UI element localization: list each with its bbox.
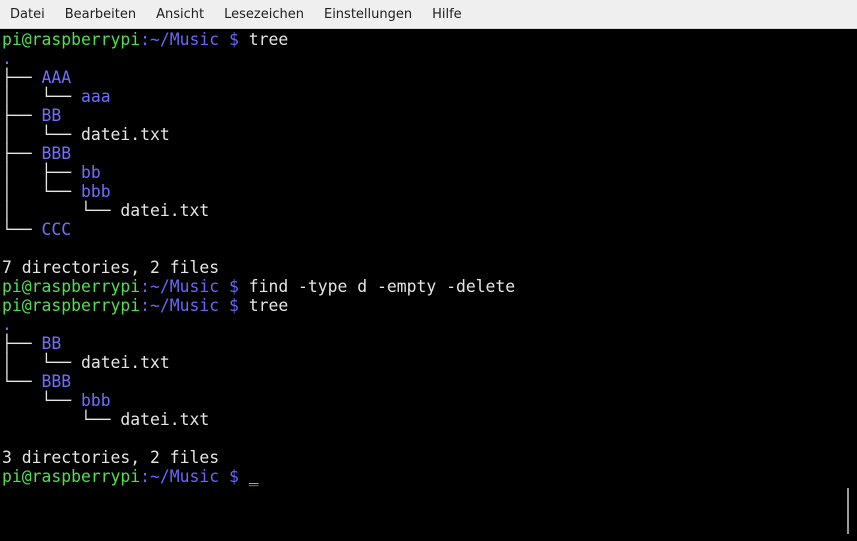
- tree-line: └── BBB: [2, 372, 857, 391]
- menu-bearbeiten[interactable]: Bearbeiten: [55, 0, 146, 29]
- command-text: find -type d -empty -delete: [248, 277, 516, 296]
- tree-branch: ├──: [2, 106, 42, 125]
- tree-line: └── bbb: [2, 391, 857, 410]
- tree-branch: │ └──: [2, 125, 81, 144]
- tree-directory: BB: [41, 106, 62, 125]
- tree-directory: BBB: [41, 144, 72, 163]
- tree-line: │ └── aaa: [2, 87, 857, 106]
- tree-directory: AAA: [41, 68, 72, 87]
- terminal-window: Datei Bearbeiten Ansicht Lesezeichen Ein…: [0, 0, 857, 541]
- tree-summary: 3 directories, 2 files: [2, 448, 220, 467]
- tree-line: ├── AAA: [2, 68, 857, 87]
- tree-branch: │ └──: [2, 182, 81, 201]
- prompt-path: :~/Music $: [140, 30, 249, 49]
- tree-file: datei.txt: [80, 353, 170, 372]
- tree-branch: └──: [2, 410, 121, 429]
- tree-branch: ├──: [2, 334, 42, 353]
- prompt-line: pi@raspberrypi:~/Music $ find -type d -e…: [2, 277, 857, 296]
- tree-directory: bbb: [80, 391, 111, 410]
- tree-directory: bbb: [80, 182, 111, 201]
- prompt-line: pi@raspberrypi:~/Music $ tree: [2, 296, 857, 315]
- menu-ansicht[interactable]: Ansicht: [146, 0, 214, 29]
- tree-line: ├── BB: [2, 334, 857, 353]
- tree-line: │ └── datei.txt: [2, 353, 857, 372]
- tree-branch: └──: [2, 391, 81, 410]
- tree-summary: 7 directories, 2 files: [2, 258, 220, 277]
- prompt-user-host: pi@raspberrypi: [2, 296, 141, 315]
- tree-line: │ ├── bb: [2, 163, 857, 182]
- prompt-line: pi@raspberrypi:~/Music $ tree: [2, 30, 857, 49]
- prompt-user-host: pi@raspberrypi: [2, 277, 141, 296]
- terminal-output[interactable]: pi@raspberrypi:~/Music $ tree . ├── AAA …: [0, 29, 857, 541]
- tree-branch: │ └──: [2, 201, 121, 220]
- prompt-line: pi@raspberrypi:~/Music $ _: [2, 467, 857, 486]
- tree-line: └── datei.txt: [2, 410, 857, 429]
- prompt-user-host: pi@raspberrypi: [2, 30, 141, 49]
- text-cursor: _: [248, 467, 259, 486]
- tree-root: .: [2, 49, 12, 68]
- tree-directory: BB: [41, 334, 62, 353]
- tree-directory: bb: [80, 163, 101, 182]
- menu-lesezeichen[interactable]: Lesezeichen: [214, 0, 314, 29]
- tree-branch: │ └──: [2, 87, 81, 106]
- tree-root: .: [2, 315, 12, 334]
- tree-file: datei.txt: [80, 125, 170, 144]
- tree-directory: aaa: [80, 87, 111, 106]
- tree-branch: │ └──: [2, 353, 81, 372]
- command-text: tree: [248, 30, 289, 49]
- tree-directory: CCC: [41, 220, 72, 239]
- tree-file: datei.txt: [120, 410, 210, 429]
- tree-line: └── CCC: [2, 220, 857, 239]
- tree-branch: └──: [2, 372, 42, 391]
- tree-file: datei.txt: [120, 201, 210, 220]
- prompt-path: :~/Music $: [140, 296, 249, 315]
- tree-line: │ └── datei.txt: [2, 125, 857, 144]
- prompt-path: :~/Music $: [140, 277, 249, 296]
- menu-datei[interactable]: Datei: [0, 0, 55, 29]
- tree-line: ├── BBB: [2, 144, 857, 163]
- menu-hilfe[interactable]: Hilfe: [422, 0, 472, 29]
- tree-branch: ├──: [2, 144, 42, 163]
- tree-branch: │ ├──: [2, 163, 81, 182]
- tree-line: ├── BB: [2, 106, 857, 125]
- menu-bar: Datei Bearbeiten Ansicht Lesezeichen Ein…: [0, 0, 857, 29]
- tree-line: │ └── bbb: [2, 182, 857, 201]
- tree-line: │ └── datei.txt: [2, 201, 857, 220]
- prompt-user-host: pi@raspberrypi: [2, 467, 141, 486]
- scrollbar[interactable]: [847, 488, 849, 534]
- tree-branch: └──: [2, 220, 42, 239]
- command-text: tree: [248, 296, 289, 315]
- tree-branch: ├──: [2, 68, 42, 87]
- menu-einstellungen[interactable]: Einstellungen: [314, 0, 422, 29]
- tree-directory: BBB: [41, 372, 72, 391]
- prompt-path: :~/Music $: [140, 467, 249, 486]
